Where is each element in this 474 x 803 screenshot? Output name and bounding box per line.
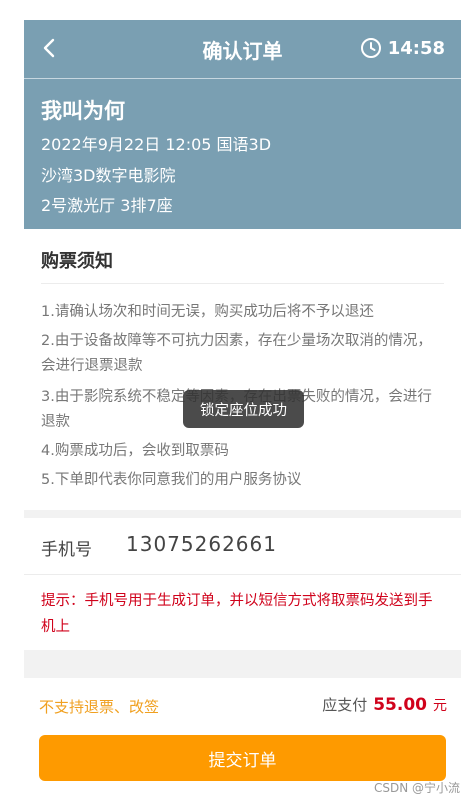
phone-row[interactable]: 手机号 13075262661 xyxy=(24,518,461,575)
section-gap xyxy=(24,650,461,678)
top-bar: 确认订单 14:58 xyxy=(24,20,461,78)
timer-value: 14:58 xyxy=(387,37,445,59)
phone-input[interactable]: 13075262661 xyxy=(126,532,277,556)
submit-order-button[interactable]: 提交订单 xyxy=(39,735,446,781)
pay-label: 应支付 xyxy=(322,696,368,714)
no-refund-notice: 不支持退票、改签 xyxy=(39,698,160,716)
notice-divider xyxy=(41,283,444,284)
cinema-name: 沙湾3D数字电影院 xyxy=(41,166,176,185)
showtime: 2022年9月22日 12:05 国语3D xyxy=(41,135,272,154)
pay-unit: 元 xyxy=(433,698,447,714)
movie-info: 我叫为何 2022年9月22日 12:05 国语3D 沙湾3D数字电影院 2号激… xyxy=(24,79,461,229)
seat-info: 2号激光厅 3排7座 xyxy=(41,196,173,215)
notice-rule: 1.请确认场次和时间无误，购买成功后将不予以退还 xyxy=(41,304,374,320)
toast-message: 锁定座位成功 xyxy=(183,390,304,428)
countdown-timer: 14:58 xyxy=(360,37,445,59)
phone-hint: 提示：手机号用于生成订单，并以短信方式将取票码发送到手机上 xyxy=(41,593,433,635)
notice-rule: 5.下单即代表你同意我们的用户服务协议 xyxy=(41,472,302,488)
notice-title: 购票须知 xyxy=(41,251,113,272)
pay-amount: 55.00 xyxy=(373,695,427,715)
section-gap xyxy=(24,510,461,518)
clock-icon xyxy=(360,38,381,58)
notice-rule: 4.购票成功后，会收到取票码 xyxy=(41,443,229,459)
movie-title: 我叫为何 xyxy=(41,99,125,123)
payment-summary: 不支持退票、改签 应支付 55.00 元 xyxy=(24,678,461,738)
payment-amount: 应支付 55.00 元 xyxy=(322,694,447,715)
purchase-notice: 购票须知 1.请确认场次和时间无误，购买成功后将不予以退还 2.由于设备故障等不… xyxy=(24,229,461,510)
phone-label: 手机号 xyxy=(41,540,92,560)
notice-rule: 2.由于设备故障等不可抗力因素，存在少量场次取消的情况，会进行退票退款 xyxy=(41,333,432,374)
watermark: CSDN @宁小流 xyxy=(373,781,460,795)
phone-divider xyxy=(24,574,461,575)
